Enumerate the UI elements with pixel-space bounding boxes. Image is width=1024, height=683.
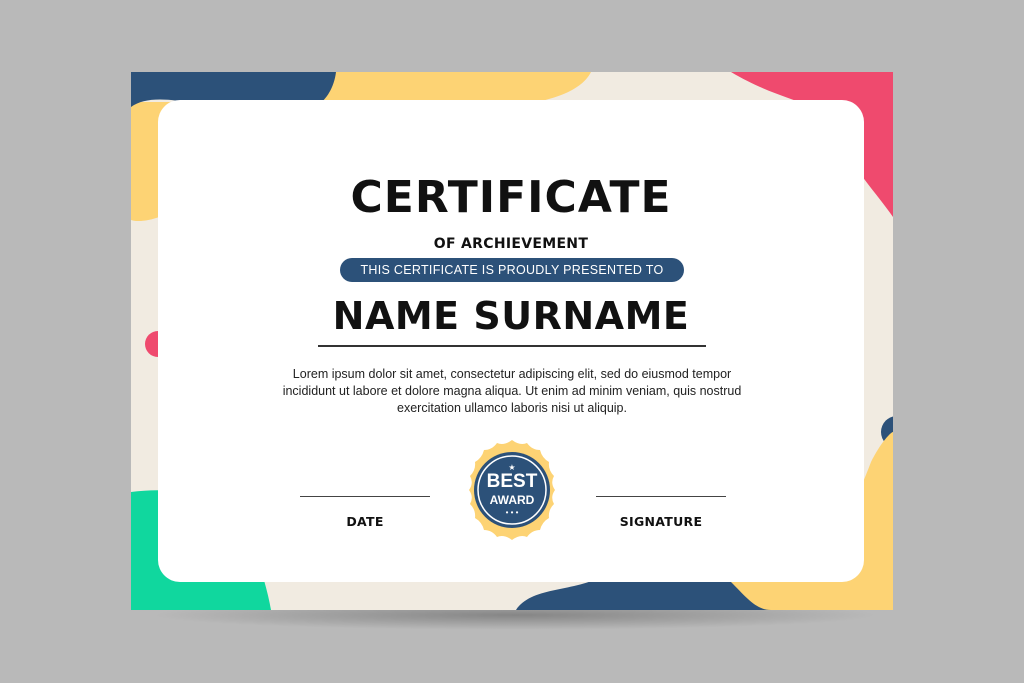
presented-to-banner: THIS CERTIFICATE IS PROUDLY PRESENTED TO — [340, 258, 684, 282]
award-badge: ★ BEST AWARD • • • — [460, 438, 564, 542]
signature-line — [596, 496, 726, 497]
recipient-name: NAME SURNAME — [332, 294, 690, 338]
certificate-body-text: Lorem ipsum dolor sit amet, consectetur … — [282, 367, 742, 415]
date-label: DATE — [346, 514, 384, 529]
certificate-card: CERTIFICATE OF ARCHIEVEMENT THIS CERTIFI… — [131, 72, 893, 610]
certificate-scene: CERTIFICATE OF ARCHIEVEMENT THIS CERTIFI… — [0, 0, 1024, 683]
date-line — [300, 496, 430, 497]
certificate-subtitle: OF ARCHIEVEMENT — [433, 236, 589, 252]
badge-line-best: BEST — [486, 471, 538, 492]
certificate-title: CERTIFICATE — [350, 172, 672, 223]
badge-line-award: AWARD — [489, 493, 535, 507]
signature-label: SIGNATURE — [619, 514, 703, 529]
content-panel: CERTIFICATE OF ARCHIEVEMENT THIS CERTIFI… — [158, 100, 864, 582]
badge-dots: • • • — [505, 508, 519, 517]
name-underline — [318, 345, 706, 347]
